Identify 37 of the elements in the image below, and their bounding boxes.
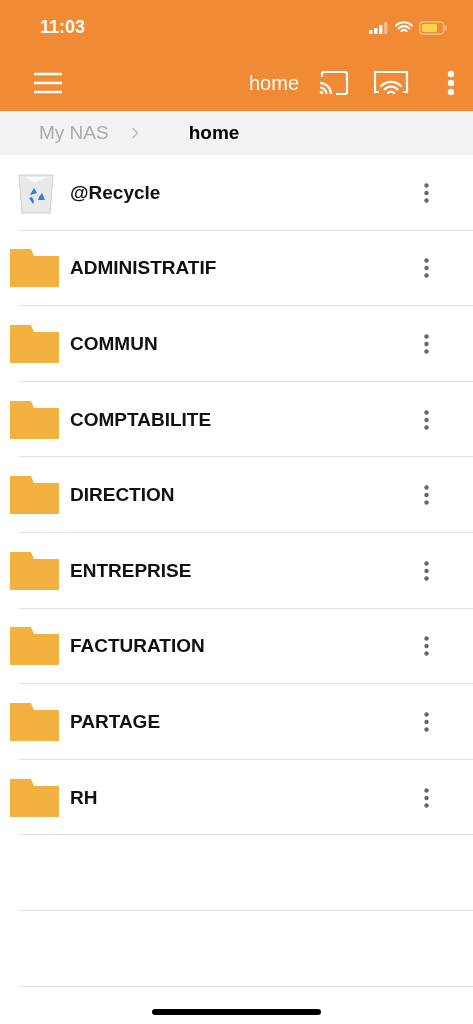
folder-name[interactable]: COMPTABILITE <box>70 408 420 431</box>
folder-name[interactable]: PARTAGE <box>70 710 420 733</box>
folder-name[interactable]: DIRECTION <box>70 484 420 507</box>
folder-icon <box>10 702 59 741</box>
status-time: 11:03 <box>40 17 86 38</box>
folder-name[interactable]: FACTURATION <box>70 635 420 658</box>
breadcrumb-item[interactable]: home <box>188 122 240 144</box>
more-icon <box>424 711 429 732</box>
more-icon <box>447 70 455 96</box>
more-icon <box>424 409 429 430</box>
chevron-icon <box>130 127 139 139</box>
more-icon <box>424 182 429 203</box>
screen-wifi-icon <box>373 70 409 96</box>
folder-icon <box>10 325 59 363</box>
folder-name[interactable]: COMMUN <box>70 333 420 355</box>
folder-icon <box>10 476 59 515</box>
more-icon <box>424 485 429 506</box>
folder-name[interactable]: ADMINISTRATIF <box>70 257 420 280</box>
more-icon <box>424 560 429 581</box>
folder-name[interactable]: ENTREPRISE <box>70 559 420 582</box>
more-icon <box>424 334 429 354</box>
more-icon <box>424 636 429 657</box>
wifi-icon <box>395 21 413 34</box>
folder-name[interactable]: @Recycle <box>70 181 420 204</box>
cast-icon <box>319 71 349 95</box>
battery-icon <box>419 20 447 35</box>
folder-name[interactable]: RH <box>70 786 420 809</box>
signal-icon <box>369 21 389 34</box>
folder-icon <box>10 627 59 666</box>
app-title: home <box>248 71 299 95</box>
more-icon <box>424 258 429 279</box>
folder-icon <box>10 249 59 288</box>
folder-icon <box>10 400 59 439</box>
menu-icon <box>33 72 63 94</box>
folder-icon <box>10 778 59 817</box>
folder-icon <box>10 551 59 590</box>
more-icon <box>424 787 429 808</box>
